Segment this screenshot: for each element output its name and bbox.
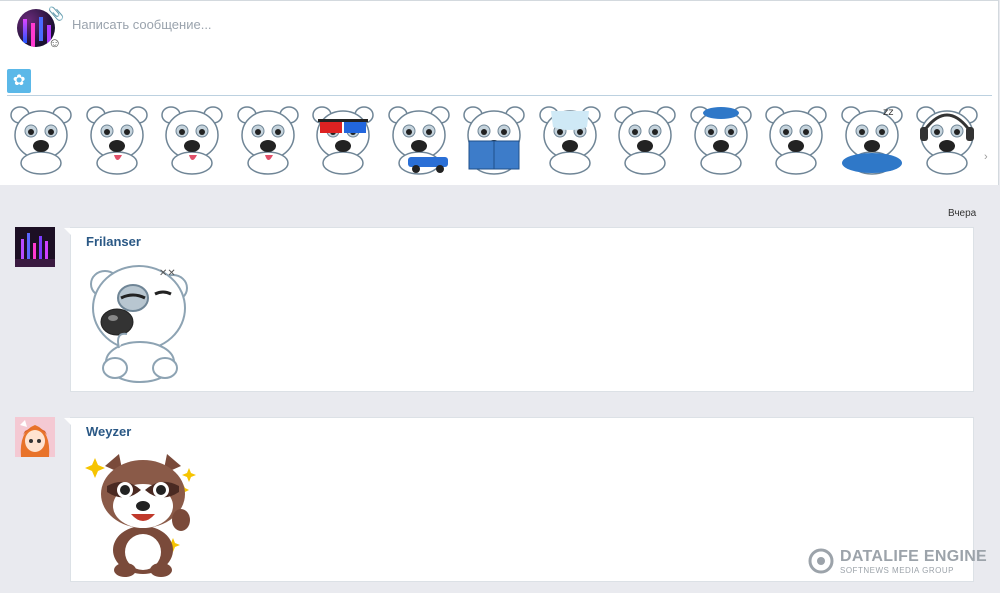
- smiley-icon[interactable]: ☺: [48, 35, 61, 50]
- avatar[interactable]: [15, 417, 55, 457]
- sticker-sweat-tongue[interactable]: [159, 101, 225, 175]
- sticker-race-car[interactable]: [386, 101, 452, 175]
- sticker-dj-headphones[interactable]: [914, 101, 980, 175]
- sticker-tab-paw[interactable]: ✿: [7, 69, 31, 93]
- message-author[interactable]: Weyzer: [86, 424, 131, 439]
- sticker-angry[interactable]: [612, 101, 678, 175]
- svg-text:zz: zz: [883, 107, 894, 118]
- date-label: Вчера: [948, 208, 977, 219]
- sticker-wink-tongue[interactable]: [84, 101, 150, 175]
- raccoon-sticker: [85, 454, 196, 577]
- sticker-3d-glasses[interactable]: [310, 101, 376, 175]
- sticker-crying-tongue[interactable]: [235, 101, 301, 175]
- dle-logo-icon: [808, 548, 834, 574]
- message-card: Weyzer: [64, 417, 974, 582]
- watermark-subtitle: SOFTNEWS MEDIA GROUP: [840, 566, 955, 575]
- sticker-frozen[interactable]: [537, 101, 603, 175]
- sticker-strip: zz: [8, 99, 990, 179]
- avatar[interactable]: [15, 227, 55, 267]
- message-card: Frilanser ✕✕: [64, 227, 974, 392]
- message-input[interactable]: [70, 13, 774, 35]
- paw-icon: ✿: [12, 72, 26, 89]
- bear-sticker: ✕✕: [90, 265, 188, 383]
- tab-divider: [7, 95, 992, 96]
- sticker-reading-book[interactable]: [461, 101, 527, 175]
- scroll-right-icon[interactable]: ›: [984, 151, 988, 163]
- message-composer: 📎 ☺ ✿ zz ›: [0, 0, 999, 185]
- sticker-worried[interactable]: [8, 101, 74, 175]
- sticker-sleeping[interactable]: zz: [839, 101, 905, 175]
- svg-text:✕✕: ✕✕: [159, 268, 176, 279]
- watermark-title: DATALIFE ENGINE: [840, 548, 988, 565]
- message-author[interactable]: Frilanser: [86, 234, 141, 249]
- paperclip-icon[interactable]: 📎: [48, 6, 64, 22]
- sticker-hiding-hat[interactable]: [688, 101, 754, 175]
- sticker-skeptical[interactable]: [763, 101, 829, 175]
